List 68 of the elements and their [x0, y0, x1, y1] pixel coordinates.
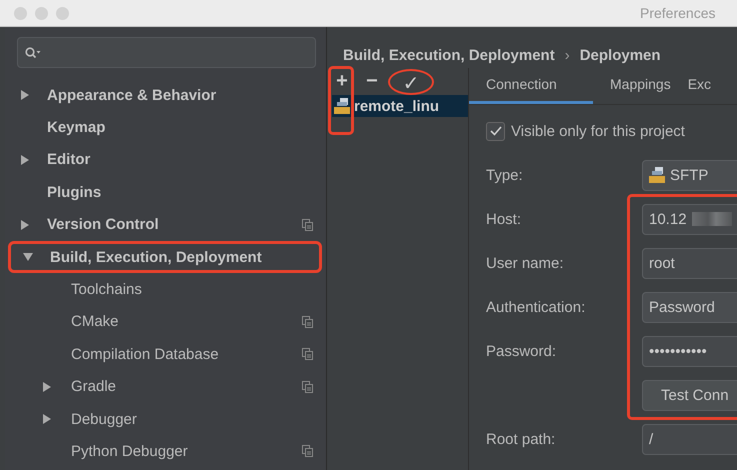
- tab[interactable]: Connection: [469, 70, 593, 104]
- copy-icon: [302, 445, 313, 458]
- input-field[interactable]: /: [642, 424, 737, 454]
- breadcrumb-item: Deploymen: [580, 46, 661, 64]
- sidebar-item[interactable]: Version Control: [17, 208, 316, 241]
- sidebar-item-label: Toolchains: [71, 281, 143, 298]
- field-label: Host:: [486, 210, 522, 228]
- collapsed-arrow-icon: [20, 154, 30, 165]
- breadcrumb-item: Build, Execution, Deployment: [343, 46, 555, 64]
- search-field[interactable]: [17, 37, 316, 68]
- window-control-button[interactable]: [14, 6, 27, 20]
- input-field[interactable]: 10.12: [642, 204, 737, 234]
- sidebar-item[interactable]: Editor: [17, 144, 316, 176]
- sidebar-item-label: Appearance & Behavior: [47, 86, 218, 104]
- collapsed-arrow-icon: [20, 90, 30, 100]
- copy-icon: [302, 218, 313, 231]
- tab[interactable]: Exc: [688, 70, 712, 104]
- copy-icon: [302, 348, 313, 360]
- dropdown[interactable]: SFTP: [642, 160, 737, 190]
- add-button[interactable]: +: [332, 70, 352, 94]
- remove-button[interactable]: −: [362, 70, 382, 94]
- search-icon: [25, 46, 41, 58]
- sidebar-item[interactable]: Keymap: [17, 111, 316, 144]
- sidebar-item[interactable]: Debugger: [17, 402, 316, 436]
- sidebar-item-label: Keymap: [47, 119, 106, 136]
- collapsed-arrow-icon: [42, 414, 52, 424]
- sidebar-item-label: CMake: [71, 313, 120, 330]
- sidebar-item[interactable]: Build, Execution, Deployment: [8, 240, 322, 274]
- test-connection-button[interactable]: Test Conn: [642, 380, 737, 410]
- sidebar-item[interactable]: Toolchains: [17, 273, 316, 306]
- sidebar-item-label: Gradle: [71, 378, 118, 396]
- copy-icon: [302, 380, 313, 393]
- sidebar-item[interactable]: Appearance & Behavior: [17, 79, 316, 112]
- window-title: Preferences: [640, 5, 716, 21]
- field-label: Password:: [486, 342, 558, 360]
- sidebar-item[interactable]: Python Debugger: [17, 435, 316, 468]
- input-field[interactable]: root: [642, 248, 737, 278]
- sidebar-item-label: Build, Execution, Deployment: [50, 248, 263, 266]
- tab[interactable]: Mappings: [610, 70, 671, 104]
- server-icon: [649, 166, 665, 184]
- server-list-item[interactable]: remote_linu: [354, 95, 468, 117]
- sidebar-item-label: Plugins: [47, 184, 102, 201]
- field-label: User name:: [486, 254, 565, 272]
- sidebar-item[interactable]: CMake: [17, 306, 316, 338]
- expanded-arrow-icon: [23, 252, 33, 262]
- field-label: Root path:: [486, 430, 556, 448]
- sidebar-item-label: Compilation Database: [71, 346, 220, 363]
- password-field[interactable]: •••••••••••: [642, 336, 737, 366]
- sidebar-item-label: Debugger: [71, 410, 138, 428]
- window-control-button[interactable]: [35, 6, 48, 20]
- field-label: Type:: [486, 166, 524, 184]
- server-icon: [334, 97, 350, 115]
- field-label: Authentication:: [486, 298, 586, 316]
- dropdown[interactable]: Password: [642, 292, 737, 322]
- check-icon: [490, 126, 502, 136]
- sidebar-item-label: Python Debugger: [71, 442, 189, 460]
- checkbox[interactable]: [486, 122, 505, 140]
- window-control-button[interactable]: [56, 6, 69, 20]
- sidebar-item[interactable]: Compilation Database: [17, 338, 316, 371]
- copy-icon: [302, 316, 313, 328]
- sidebar-item[interactable]: Gradle: [17, 370, 316, 403]
- checkbox-label: Visible only for this project: [511, 122, 685, 140]
- sidebar-item[interactable]: Plugins: [17, 176, 316, 209]
- sidebar-item-label: Version Control: [47, 216, 160, 234]
- collapsed-arrow-icon: [20, 220, 30, 230]
- sidebar-item-label: Editor: [47, 151, 92, 168]
- collapsed-arrow-icon: [42, 382, 52, 392]
- breadcrumb-separator: ›: [564, 46, 570, 64]
